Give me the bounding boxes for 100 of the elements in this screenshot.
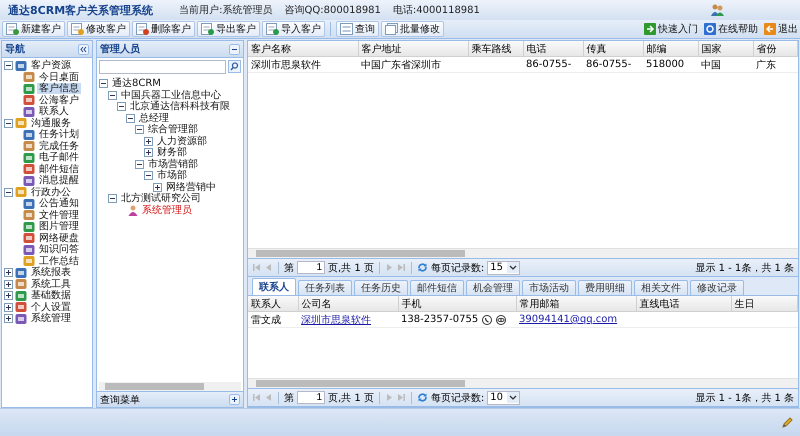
tree-item[interactable]: 中国兵器工业信息中心 — [119, 90, 223, 101]
tree-item[interactable]: 知识问答 — [37, 244, 81, 256]
tree-item[interactable]: 公告通知 — [37, 198, 81, 210]
expand-icon[interactable] — [144, 148, 153, 158]
refresh-icon[interactable] — [416, 392, 428, 403]
toolbar-button[interactable]: 新建客户 — [2, 21, 65, 37]
collapse-icon[interactable] — [108, 90, 117, 100]
tab[interactable]: 任务历史 — [354, 280, 408, 295]
tab[interactable]: 任务列表 — [298, 280, 352, 295]
tree-item[interactable]: 个人设置 — [29, 302, 73, 313]
phone-icon[interactable] — [482, 314, 492, 324]
expand-icon[interactable] — [153, 182, 162, 192]
column-header[interactable]: 国家 — [698, 41, 753, 56]
tab[interactable]: 邮件短信 — [410, 280, 464, 295]
tab[interactable]: 相关文件 — [634, 280, 688, 295]
tree-item[interactable]: 消息提醒 — [37, 175, 81, 186]
expand-icon[interactable] — [4, 280, 13, 289]
tree-item[interactable]: 系统报表 — [29, 267, 73, 278]
plus-icon[interactable] — [229, 394, 240, 405]
per-page-select[interactable]: 15 — [487, 260, 520, 274]
toolbar-link[interactable]: 快速入门 — [644, 22, 698, 36]
column-header[interactable]: 客户名称 — [248, 41, 358, 56]
tree-item[interactable]: 通达8CRM — [110, 78, 163, 90]
tree-item[interactable]: 联系人 — [37, 106, 71, 118]
tree-item[interactable]: 邮件短信 — [37, 164, 81, 175]
toolbar-link[interactable]: 在线帮助 — [704, 22, 758, 36]
tab[interactable]: 修改记录 — [690, 280, 744, 295]
collapse-icon[interactable] — [126, 114, 135, 123]
column-header[interactable]: 省份 — [753, 41, 798, 56]
tree-item[interactable]: 市场部 — [155, 170, 189, 182]
expand-icon[interactable] — [4, 291, 13, 300]
column-header[interactable]: 传真 — [583, 41, 643, 56]
page-field[interactable]: 1 — [297, 391, 325, 404]
column-header[interactable]: 生日 — [731, 296, 798, 312]
tree-item[interactable]: 基础数据 — [29, 290, 73, 302]
collapse-icon[interactable] — [135, 160, 144, 169]
column-header[interactable]: 常用邮箱 — [516, 296, 636, 312]
tree-item[interactable]: 工作总结 — [37, 256, 81, 267]
tree-item[interactable]: 市场营销部 — [146, 158, 200, 170]
collapse-icon[interactable] — [135, 125, 144, 134]
tree-item[interactable]: 公海客户 — [37, 94, 81, 106]
eye-icon[interactable] — [496, 314, 506, 324]
tree-item[interactable]: 客户信息 — [37, 83, 81, 94]
horizontal-scrollbar[interactable] — [248, 378, 798, 388]
tree-item[interactable]: 北京通达信科科技有限 — [128, 101, 232, 112]
column-header[interactable]: 公司名 — [298, 296, 398, 312]
column-header[interactable]: 手机 — [398, 296, 516, 312]
tree-item[interactable]: 文件管理 — [37, 210, 81, 221]
tree-item[interactable]: 客户资源 — [29, 60, 73, 72]
tab[interactable]: 费用明细 — [578, 280, 632, 295]
link[interactable]: 39094141@qq.com — [519, 314, 618, 325]
tab[interactable]: 市场活动 — [522, 280, 576, 295]
per-page-select[interactable]: 10 — [487, 390, 520, 404]
collapse-icon[interactable] — [108, 194, 117, 204]
search-icon[interactable] — [228, 60, 241, 73]
collapse-icon[interactable] — [4, 188, 13, 197]
tree-item[interactable]: 沟通服务 — [29, 118, 73, 129]
collapse-icon[interactable] — [117, 102, 126, 112]
tree-item[interactable]: 完成任务 — [37, 140, 81, 152]
tree-item[interactable]: 电子邮件 — [37, 152, 81, 164]
double-chevron-icon[interactable] — [78, 44, 89, 54]
refresh-icon[interactable] — [416, 262, 428, 273]
tree-item[interactable]: 系统管理 — [29, 313, 73, 324]
toolbar-button[interactable]: 批量修改 — [381, 21, 444, 37]
expand-icon[interactable] — [144, 136, 153, 146]
tree-item[interactable]: 任务计划 — [37, 129, 81, 140]
tree-item[interactable]: 系统工具 — [29, 278, 73, 290]
expand-icon[interactable] — [4, 302, 13, 312]
toolbar-button[interactable]: 修改客户 — [67, 21, 130, 37]
tree-item[interactable]: 财务部 — [155, 147, 189, 158]
tree-item[interactable]: 图片管理 — [37, 221, 81, 232]
column-header[interactable]: 乘车路线 — [468, 41, 523, 56]
expand-icon[interactable] — [4, 268, 13, 278]
tree-item[interactable]: 总经理 — [137, 112, 171, 124]
column-header[interactable]: 直线电话 — [636, 296, 731, 312]
horizontal-scrollbar[interactable] — [248, 248, 798, 258]
toolbar-button[interactable]: 查询 — [336, 21, 379, 37]
column-header[interactable]: 电话 — [523, 41, 583, 56]
column-header[interactable]: 客户地址 — [358, 41, 468, 56]
minimize-icon[interactable] — [229, 44, 240, 54]
collapse-icon[interactable] — [4, 61, 13, 70]
toolbar-button[interactable]: 删除客户 — [132, 21, 195, 37]
tab[interactable]: 联系人 — [252, 278, 296, 295]
tab[interactable]: 机会管理 — [466, 280, 520, 295]
tree-item[interactable]: 网络营销中 — [164, 182, 218, 193]
tree-item[interactable]: 网络硬盘 — [37, 232, 81, 244]
column-header[interactable]: 联系人 — [248, 296, 298, 312]
column-header[interactable]: 邮编 — [643, 41, 698, 56]
toolbar-link[interactable]: 退出 — [764, 22, 798, 36]
expand-icon[interactable] — [4, 314, 13, 324]
tree-item[interactable]: 综合管理部 — [146, 124, 200, 136]
collapse-icon[interactable] — [99, 79, 108, 88]
search-field[interactable] — [99, 60, 226, 74]
tree-item[interactable]: 行政办公 — [29, 186, 73, 198]
collapse-icon[interactable] — [144, 171, 153, 180]
tree-item[interactable]: 人力资源部 — [155, 136, 209, 147]
link[interactable]: 深圳市思泉软件 — [301, 314, 371, 326]
tree-item[interactable]: 北方测试研究公司 — [119, 193, 203, 204]
toolbar-button[interactable]: 导入客户 — [262, 21, 325, 37]
tree-item[interactable]: 今日桌面 — [37, 72, 81, 83]
